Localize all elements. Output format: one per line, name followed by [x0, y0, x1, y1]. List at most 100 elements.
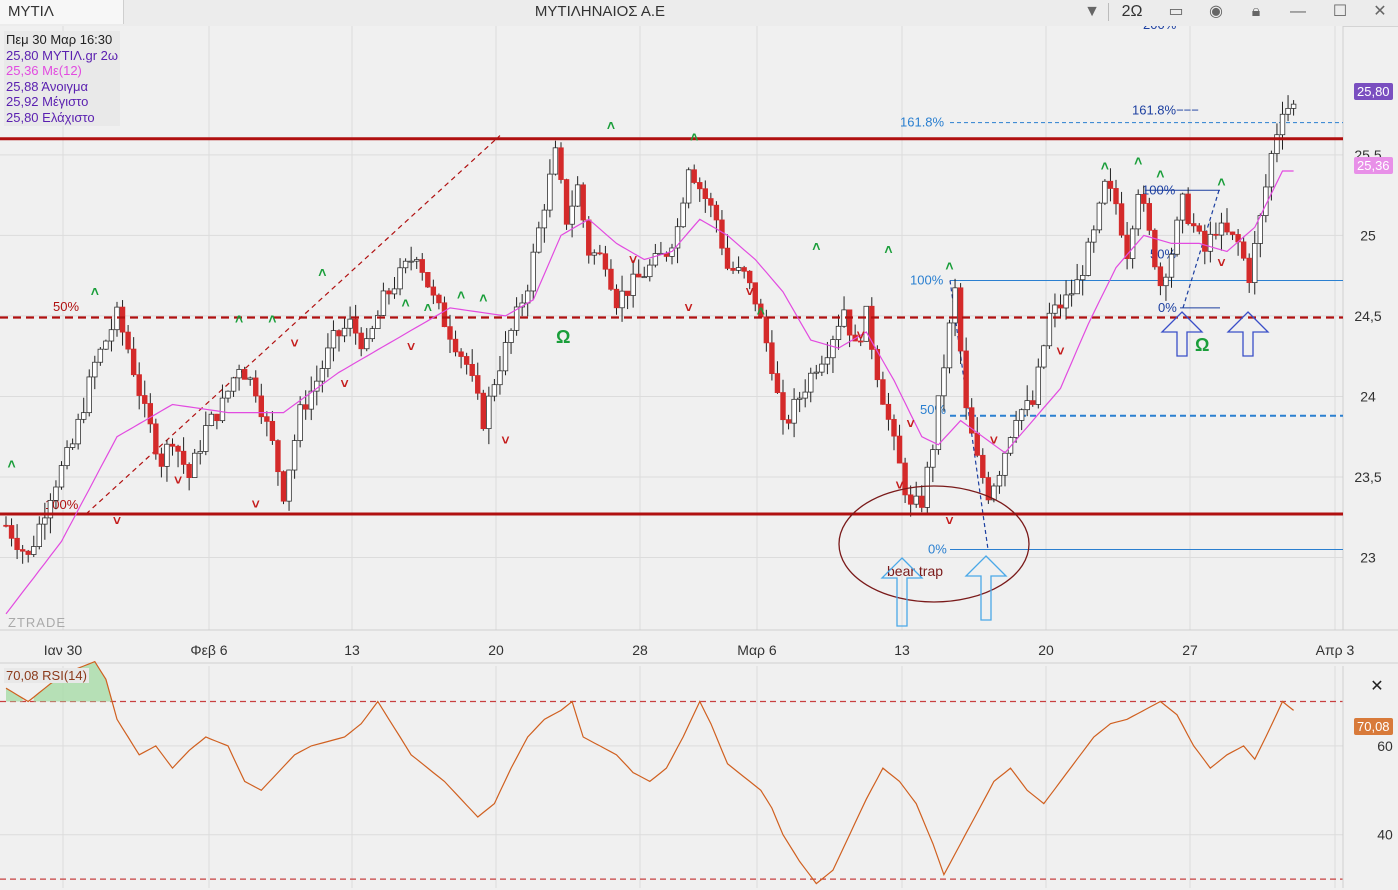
- candle-body: [547, 173, 553, 211]
- fractal-high-marker: ˄: [1134, 153, 1142, 169]
- candle-body: [708, 198, 714, 206]
- fractal-low-marker: ˅: [407, 338, 415, 354]
- comment-icon[interactable]: ◉: [1202, 0, 1230, 24]
- candle-body: [186, 464, 192, 478]
- candle-body: [441, 302, 448, 328]
- candle-body: [1174, 219, 1180, 255]
- candle-body: [1063, 294, 1069, 309]
- candle-body: [869, 305, 875, 350]
- candle-body: [158, 453, 165, 467]
- candle-body: [719, 219, 725, 249]
- fractal-low-marker: ˅: [174, 472, 182, 488]
- fractal-low-marker: ˅: [501, 432, 509, 448]
- candle-body: [941, 367, 947, 397]
- fractal-high-marker: ˄: [268, 311, 276, 327]
- candle-body: [980, 454, 986, 478]
- chart-type-icon[interactable]: ▭: [1162, 0, 1190, 24]
- candle-body: [225, 390, 231, 399]
- rsi-value: 70,08: [6, 668, 39, 683]
- candle-body: [1102, 180, 1108, 204]
- fractal-high-marker: ˄: [1156, 166, 1164, 182]
- candle-body: [896, 435, 903, 464]
- symbol-selector[interactable]: ΜΥΤΙΛ: [0, 0, 124, 24]
- fractal-high-marker: ˄: [318, 264, 326, 280]
- candle-body: [253, 377, 259, 397]
- fib-left-50-label: 50%: [53, 299, 79, 314]
- candle-body: [302, 404, 309, 410]
- candle-body: [930, 449, 936, 468]
- candle-body: [458, 351, 464, 357]
- minimize-icon[interactable]: —: [1284, 0, 1312, 24]
- candle-body: [835, 325, 842, 340]
- candle-body: [319, 368, 326, 382]
- candle-body: [1052, 304, 1058, 314]
- candle-body: [81, 412, 87, 420]
- candle-body: [269, 420, 276, 441]
- rsi-value-badge: 70,08: [1354, 718, 1393, 735]
- candle-body: [1152, 229, 1158, 268]
- candle-body: [197, 451, 203, 454]
- maximize-icon[interactable]: ☐: [1326, 0, 1354, 24]
- fractal-high-marker: ˄: [457, 287, 465, 303]
- candle-body: [230, 377, 237, 392]
- x-tick-label: 13: [894, 642, 910, 658]
- candle-body: [935, 395, 942, 451]
- fractal-high-marker: ˄: [757, 303, 765, 319]
- candle-body: [125, 331, 131, 350]
- candle-body: [702, 188, 708, 199]
- candle-body: [1191, 223, 1197, 227]
- rsi-legend: 70,08 RSI(14): [4, 668, 89, 683]
- candle-body: [791, 398, 797, 424]
- candle-body: [619, 290, 625, 309]
- candle-body: [347, 318, 353, 329]
- last-price-badge: 25,80: [1354, 83, 1393, 100]
- candle-body: [1135, 194, 1141, 230]
- candle-body: [1030, 400, 1036, 405]
- fractal-low-marker: ˅: [113, 512, 121, 528]
- candle-body: [907, 494, 914, 505]
- candle-body: [402, 260, 409, 269]
- candle-body: [103, 340, 109, 350]
- candle-body: [597, 252, 603, 255]
- candle-body: [58, 465, 65, 488]
- candle-body: [352, 318, 359, 334]
- candle-body: [552, 147, 559, 175]
- x-tick-label: 20: [1038, 642, 1054, 658]
- fractal-high-marker: ˄: [1217, 174, 1225, 190]
- candle-body: [530, 251, 536, 292]
- candle-body: [241, 369, 248, 380]
- chart-canvas[interactable]: 50%100%161.8%100%50%0%200%−−−161.8%−−−10…: [0, 26, 1398, 890]
- candle-body: [208, 413, 215, 426]
- lock-icon[interactable]: 🔒︎: [1242, 0, 1270, 24]
- x-tick-label: 27: [1182, 642, 1198, 658]
- candle-body: [1246, 257, 1252, 284]
- candle-body: [824, 357, 831, 365]
- candle-body: [1141, 194, 1147, 204]
- fractal-high-marker: ˄: [945, 258, 953, 274]
- rsi-line: [5, 660, 1294, 885]
- fractal-high-marker: ˄: [235, 311, 243, 327]
- candle-body: [1118, 203, 1125, 236]
- candle-body: [219, 397, 226, 422]
- dropdown-icon[interactable]: ▼: [1078, 0, 1106, 24]
- candle-body: [1129, 228, 1136, 259]
- candle-body: [486, 395, 492, 430]
- candle-body: [802, 391, 808, 399]
- candle-body: [436, 294, 442, 304]
- candle-body: [291, 440, 298, 471]
- candle-body: [92, 361, 98, 378]
- candle-body: [153, 423, 159, 455]
- y-tick-label: 25: [1360, 227, 1376, 243]
- close-icon[interactable]: ✕: [1366, 0, 1394, 24]
- candle-body: [724, 247, 731, 269]
- period-selector[interactable]: 2Ω: [1114, 0, 1150, 24]
- candle-body: [769, 342, 775, 374]
- candle-body: [1290, 103, 1297, 109]
- candle-body: [1168, 253, 1175, 278]
- candle-body: [419, 259, 425, 273]
- candle-body: [280, 471, 287, 502]
- close-pane-icon[interactable]: ✕: [1368, 676, 1386, 696]
- fib-right-161-label: 161.8%: [900, 115, 945, 130]
- fib-small-161-label: 161.8%−−−: [1132, 103, 1199, 118]
- time-x-axis: Ιαν 30 Φεβ 6 13 20 28 Μαρ 6 13 20 27 Απρ 3: [44, 642, 1355, 658]
